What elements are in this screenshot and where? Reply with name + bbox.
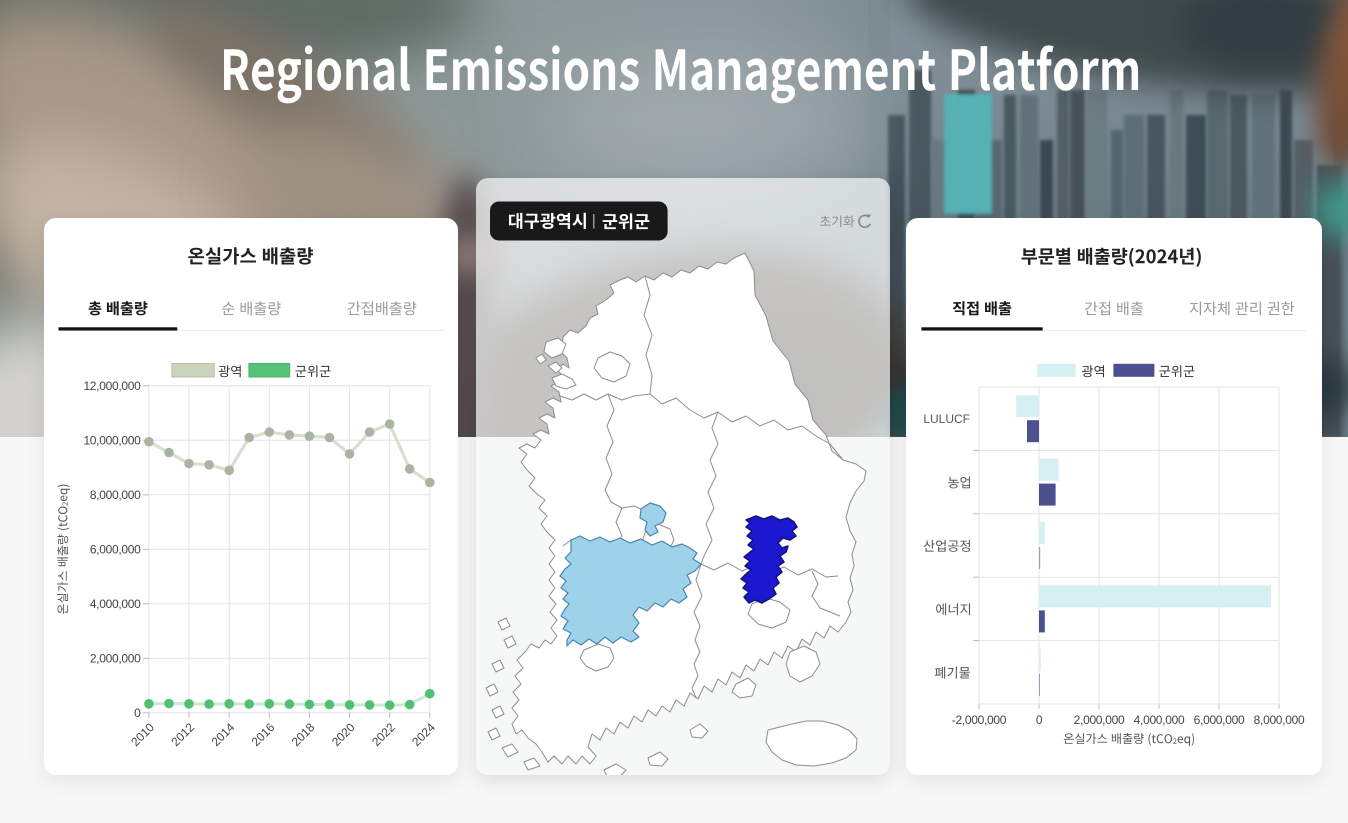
svg-text:12,000,000: 12,000,000 <box>83 379 141 393</box>
svg-text:2012: 2012 <box>168 720 197 749</box>
svg-text:2,000,000: 2,000,000 <box>90 652 141 666</box>
svg-text:-2,000,000: -2,000,000 <box>952 713 1007 727</box>
svg-text:6,000,000: 6,000,000 <box>90 543 141 557</box>
svg-text:2014: 2014 <box>209 720 238 749</box>
svg-text:2016: 2016 <box>249 720 278 749</box>
svg-text:2020: 2020 <box>329 720 358 749</box>
svg-text:2,000,000: 2,000,000 <box>1074 713 1125 727</box>
svg-text:0: 0 <box>1036 713 1043 727</box>
svg-text:2010: 2010 <box>128 720 157 749</box>
svg-text:10,000,000: 10,000,000 <box>83 434 141 448</box>
svg-text:8,000,000: 8,000,000 <box>1254 713 1305 727</box>
svg-text:8,000,000: 8,000,000 <box>90 488 141 502</box>
svg-text:2022: 2022 <box>369 720 398 749</box>
svg-text:LULUCF: LULUCF <box>923 412 970 426</box>
svg-text:2024: 2024 <box>409 720 438 749</box>
svg-text:0: 0 <box>134 706 141 720</box>
svg-text:2018: 2018 <box>289 720 318 749</box>
svg-text:6,000,000: 6,000,000 <box>1194 713 1245 727</box>
svg-text:4,000,000: 4,000,000 <box>1134 713 1185 727</box>
svg-text:4,000,000: 4,000,000 <box>90 597 141 611</box>
